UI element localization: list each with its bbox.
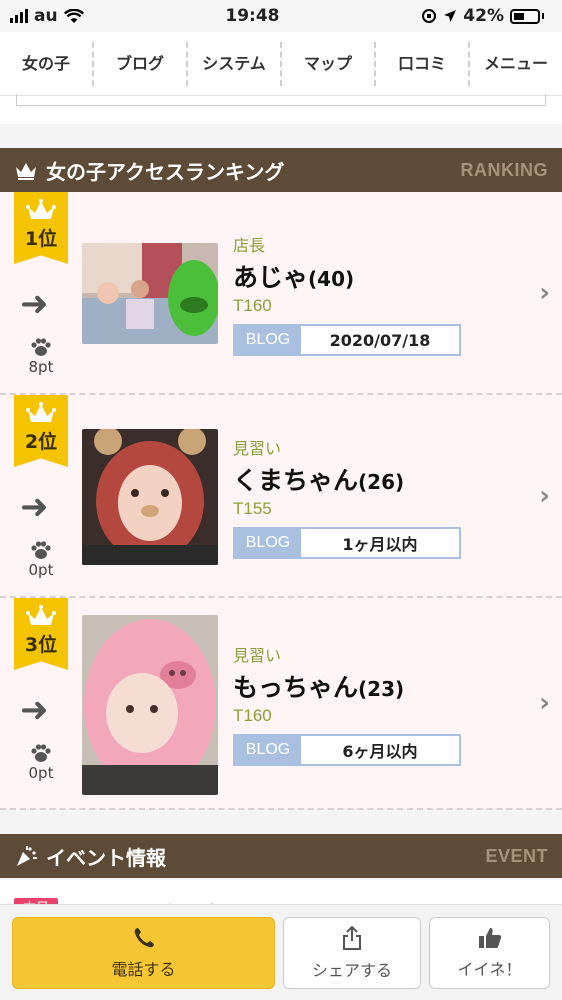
ranking-header: 女の子アクセスランキング RANKING bbox=[0, 148, 562, 192]
arrow-right-icon: ➜ bbox=[20, 487, 49, 527]
girl-info: 見習い くまちゃん(26) T155 BLOG 1ヶ月以内 bbox=[233, 435, 461, 559]
wifi-icon bbox=[63, 8, 84, 23]
call-button[interactable]: 電話する bbox=[12, 917, 275, 989]
nav-item-map[interactable]: マップ bbox=[282, 41, 376, 86]
paw-icon bbox=[31, 338, 51, 356]
name-text: もっちゃん bbox=[233, 673, 359, 702]
girl-photo[interactable] bbox=[82, 243, 218, 344]
rank-badge: 2位 bbox=[14, 395, 68, 467]
paw-icon bbox=[31, 744, 51, 762]
signal-icon bbox=[10, 9, 28, 23]
points-label: 8pt bbox=[28, 358, 54, 376]
blog-link[interactable]: BLOG 2020/07/18 bbox=[233, 324, 461, 356]
rank-badge: 3位 bbox=[14, 598, 68, 670]
party-popper-icon bbox=[17, 846, 37, 866]
blog-tag: BLOG bbox=[235, 736, 301, 764]
role-label: 見習い bbox=[233, 439, 282, 458]
girl-info: 店長 あじゃ(40) T160 BLOG 2020/07/18 bbox=[233, 232, 461, 356]
event-header: イベント情報 EVENT bbox=[0, 834, 562, 878]
clock: 19:48 bbox=[225, 6, 280, 26]
bottom-action-bar: 電話する シェアする イイネ！ bbox=[0, 904, 562, 1000]
ranking-title: 女の子アクセスランキング bbox=[46, 159, 285, 184]
battery-icon bbox=[510, 8, 540, 24]
paw-icon bbox=[31, 541, 51, 559]
thumbs-up-icon bbox=[478, 928, 501, 948]
name-text: くまちゃん bbox=[233, 466, 359, 495]
chevron-right-icon[interactable]: › bbox=[539, 278, 550, 308]
blog-date: 6ヶ月以内 bbox=[342, 742, 418, 761]
status-bar: au 19:48 42% bbox=[0, 0, 562, 32]
share-button[interactable]: シェアする bbox=[283, 917, 421, 989]
share-label: シェアする bbox=[311, 961, 392, 980]
rank-label: 1位 bbox=[24, 228, 58, 250]
crown-icon bbox=[26, 402, 56, 422]
role-label: 店長 bbox=[233, 236, 266, 255]
share-icon bbox=[343, 925, 361, 950]
role-label: 見習い bbox=[233, 646, 282, 665]
nav-item-system[interactable]: システム bbox=[188, 41, 282, 86]
blog-link[interactable]: BLOG 6ヶ月以内 bbox=[233, 734, 461, 766]
nav-item-girls[interactable]: 女の子 bbox=[0, 41, 94, 86]
girl-name[interactable]: もっちゃん(23) bbox=[233, 668, 461, 704]
battery-label: 42% bbox=[463, 6, 504, 26]
crown-icon bbox=[26, 605, 56, 625]
nav-item-blog[interactable]: ブログ bbox=[94, 41, 188, 86]
like-button[interactable]: イイネ！ bbox=[429, 917, 550, 989]
age-text: (26) bbox=[358, 470, 405, 494]
blog-tag: BLOG bbox=[235, 326, 301, 354]
height-label: T160 bbox=[233, 706, 272, 725]
ranking-item[interactable]: 1位 ➜ 8pt 店長 あじゃ(40) T160 BLOG 2020/07/18… bbox=[0, 192, 562, 395]
rank-badge: 1位 bbox=[14, 192, 68, 264]
ranking-title-en: RANKING bbox=[460, 159, 548, 180]
points-label: 0pt bbox=[28, 764, 54, 782]
age-text: (23) bbox=[358, 677, 405, 701]
height-label: T155 bbox=[233, 499, 272, 518]
ranking-item[interactable]: 2位 ➜ 0pt 見習い くまちゃん(26) T155 BLOG 1ヶ月以内 › bbox=[0, 395, 562, 598]
chevron-right-icon[interactable]: › bbox=[539, 481, 550, 511]
phone-icon bbox=[134, 928, 154, 948]
crown-icon bbox=[26, 199, 56, 219]
blog-tag: BLOG bbox=[235, 529, 301, 557]
girl-name[interactable]: あじゃ(40) bbox=[233, 258, 461, 294]
height-label: T160 bbox=[233, 296, 272, 315]
lock-rotation-icon bbox=[422, 9, 437, 23]
nav-item-menu[interactable]: メニュー bbox=[470, 42, 562, 86]
rank-label: 2位 bbox=[24, 431, 58, 453]
girl-photo[interactable] bbox=[82, 429, 218, 565]
carrier-label: au bbox=[34, 6, 58, 26]
event-title-en: EVENT bbox=[485, 845, 548, 866]
chevron-right-icon[interactable]: › bbox=[539, 688, 550, 718]
crown-icon bbox=[16, 163, 36, 180]
name-text: あじゃ bbox=[233, 263, 309, 292]
arrow-right-icon: ➜ bbox=[20, 690, 49, 730]
ranking-list: 1位 ➜ 8pt 店長 あじゃ(40) T160 BLOG 2020/07/18… bbox=[0, 192, 562, 810]
location-icon bbox=[444, 10, 457, 22]
girl-name[interactable]: くまちゃん(26) bbox=[233, 461, 461, 497]
like-label: イイネ！ bbox=[457, 960, 522, 979]
blog-date: 1ヶ月以内 bbox=[342, 535, 418, 554]
blog-link[interactable]: BLOG 1ヶ月以内 bbox=[233, 527, 461, 559]
nav-item-reviews[interactable]: 口コミ bbox=[376, 41, 470, 86]
top-nav: 女の子 ブログ システム マップ 口コミ メニュー bbox=[0, 32, 562, 96]
points-label: 0pt bbox=[28, 561, 54, 579]
blog-date: 2020/07/18 bbox=[329, 330, 431, 350]
event-title: イベント情報 bbox=[46, 845, 166, 870]
ranking-item[interactable]: 3位 ➜ 0pt 見習い もっちゃん(23) T160 BLOG 6ヶ月以内 › bbox=[0, 598, 562, 810]
girl-photo[interactable] bbox=[82, 615, 218, 795]
age-text: (40) bbox=[308, 267, 355, 291]
content-box-bottom bbox=[0, 94, 562, 124]
call-label: 電話する bbox=[111, 960, 176, 979]
rank-label: 3位 bbox=[24, 634, 58, 656]
arrow-right-icon: ➜ bbox=[20, 284, 49, 324]
girl-info: 見習い もっちゃん(23) T160 BLOG 6ヶ月以内 bbox=[233, 642, 461, 766]
